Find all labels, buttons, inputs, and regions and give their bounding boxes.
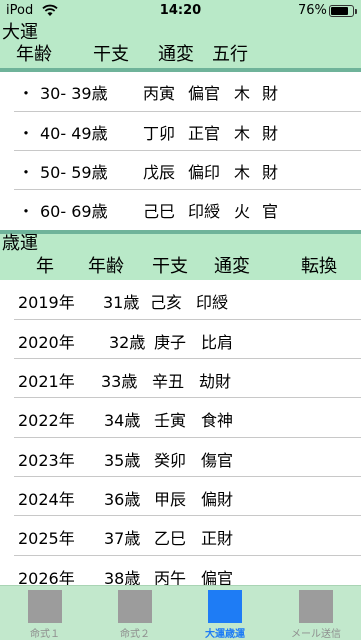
saiun-col-tsuhen: 通変 — [214, 256, 250, 277]
saiun-age: 35歳 — [104, 451, 141, 470]
tab-meishiki-2-icon — [118, 590, 152, 623]
daiun-header: 大運 年齢 干支 通変 五行 — [0, 22, 361, 68]
saiun-tsuhen: 偏財 — [201, 490, 234, 509]
daiun-tsuhen: 偏印 — [188, 163, 221, 182]
saiun-header: 歳運 年 年齢 干支 通変 転換 — [0, 234, 361, 280]
saiun-kanshi: 壬寅 — [154, 411, 187, 430]
saiun-col-kanshi: 干支 — [152, 256, 188, 277]
tab-label: 大運歳運 — [205, 629, 245, 640]
saiun-tsuhen: 劫財 — [199, 372, 232, 391]
tab-label: メール送信 — [291, 629, 341, 640]
tab-mail-send[interactable]: メール送信 — [271, 586, 361, 640]
saiun-row[interactable]: 2019年 31歳 己亥 印綬 — [0, 280, 361, 320]
tab-label: 命式２ — [120, 629, 150, 640]
tab-daiun-saiun[interactable]: 大運歳運 — [180, 586, 270, 640]
daiun-kanshi: 己巳 — [143, 202, 176, 221]
saiun-kanshi: 丙午 — [154, 569, 187, 585]
tab-bar: 命式１ 命式２ 大運歳運 メール送信 — [0, 585, 361, 640]
tab-meishiki-1[interactable]: 命式１ — [0, 586, 90, 640]
saiun-age: 38歳 — [104, 569, 141, 585]
tab-meishiki-2[interactable]: 命式２ — [90, 586, 180, 640]
status-bar: iPod 14:20 76% — [0, 0, 361, 22]
saiun-kanshi: 庚子 — [154, 333, 187, 352]
saiun-year: 2020年 — [18, 333, 75, 352]
daiun-title: 大運 — [2, 22, 38, 43]
saiun-tsuhen: 正財 — [201, 529, 234, 548]
saiun-year: 2021年 — [18, 372, 75, 391]
row-bullet: ・ — [18, 202, 35, 221]
saiun-row[interactable]: 2022年 34歳 壬寅 食神 — [0, 398, 361, 438]
saiun-age: 37歳 — [104, 529, 141, 548]
battery-icon — [329, 5, 357, 17]
daiun-row[interactable]: ・ 50- 59歳 戊辰 偏印 木 財 — [0, 151, 361, 190]
saiun-age: 34歳 — [104, 411, 141, 430]
saiun-tsuhen: 傷官 — [201, 451, 234, 470]
saiun-kanshi: 癸卯 — [154, 451, 187, 470]
daiun-row[interactable]: ・ 60- 69歳 己巳 印綬 火 官 — [0, 190, 361, 230]
saiun-kanshi: 己亥 — [150, 293, 183, 312]
daiun-age: 50- 59歳 — [40, 163, 108, 182]
daiun-age: 30- 39歳 — [40, 84, 108, 103]
saiun-age: 36歳 — [104, 490, 141, 509]
saiun-row[interactable]: 2021年 33歳 辛丑 劫財 — [0, 359, 361, 398]
row-bullet: ・ — [18, 124, 35, 143]
saiun-tsuhen: 印綬 — [196, 293, 229, 312]
daiun-extra: 財 — [262, 84, 279, 103]
row-bullet: ・ — [18, 84, 35, 103]
saiun-age: 32歳 — [109, 333, 146, 352]
saiun-col-year: 年 — [36, 256, 54, 277]
tab-meishiki-1-icon — [28, 590, 62, 623]
daiun-kanshi: 丁卯 — [143, 124, 176, 143]
saiun-row[interactable]: 2023年 35歳 癸卯 傷官 — [0, 438, 361, 477]
daiun-row[interactable]: ・ 30- 39歳 丙寅 偏官 木 財 — [0, 72, 361, 112]
saiun-year: 2022年 — [18, 411, 75, 430]
saiun-tsuhen: 偏官 — [201, 569, 234, 585]
daiun-extra: 財 — [262, 124, 279, 143]
daiun-col-gogyo: 五行 — [212, 44, 248, 65]
saiun-kanshi: 辛丑 — [152, 372, 185, 391]
saiun-row[interactable]: 2026年 38歳 丙午 偏官 — [0, 556, 361, 585]
daiun-kanshi: 戊辰 — [143, 163, 176, 182]
saiun-col-age: 年齢 — [88, 256, 124, 277]
saiun-year: 2023年 — [18, 451, 75, 470]
daiun-age: 40- 49歳 — [40, 124, 108, 143]
tab-mail-send-icon — [299, 590, 333, 623]
daiun-gogyo: 火 — [234, 202, 251, 221]
saiun-year: 2024年 — [18, 490, 75, 509]
tab-daiun-saiun-icon — [208, 590, 242, 623]
daiun-age: 60- 69歳 — [40, 202, 108, 221]
tab-label: 命式１ — [30, 629, 60, 640]
saiun-year: 2019年 — [18, 293, 75, 312]
daiun-col-kanshi: 干支 — [93, 44, 129, 65]
saiun-age: 31歳 — [103, 293, 140, 312]
daiun-tsuhen: 偏官 — [188, 84, 221, 103]
daiun-tsuhen: 正官 — [188, 124, 221, 143]
daiun-kanshi: 丙寅 — [143, 84, 176, 103]
daiun-extra: 財 — [262, 163, 279, 182]
saiun-col-tenkan: 転換 — [301, 256, 337, 277]
battery-percent: 76% — [298, 3, 327, 18]
saiun-row[interactable]: 2025年 37歳 乙巳 正財 — [0, 516, 361, 556]
daiun-gogyo: 木 — [234, 124, 251, 143]
daiun-col-tsuhen: 通変 — [158, 44, 194, 65]
saiun-kanshi: 乙巳 — [154, 529, 187, 548]
daiun-gogyo: 木 — [234, 84, 251, 103]
daiun-gogyo: 木 — [234, 163, 251, 182]
saiun-title: 歳運 — [2, 233, 38, 254]
row-bullet: ・ — [18, 163, 35, 182]
saiun-row[interactable]: 2024年 36歳 甲辰 偏財 — [0, 477, 361, 516]
saiun-tsuhen: 食神 — [201, 411, 234, 430]
saiun-year: 2025年 — [18, 529, 75, 548]
saiun-year: 2026年 — [18, 569, 75, 585]
daiun-row[interactable]: ・ 40- 49歳 丁卯 正官 木 財 — [0, 112, 361, 151]
saiun-row[interactable]: 2020年 32歳 庚子 比肩 — [0, 320, 361, 359]
saiun-tsuhen: 比肩 — [201, 333, 234, 352]
saiun-kanshi: 甲辰 — [154, 490, 187, 509]
daiun-tsuhen: 印綬 — [188, 202, 221, 221]
daiun-col-age: 年齢 — [16, 44, 52, 65]
daiun-extra: 官 — [262, 202, 279, 221]
saiun-age: 33歳 — [101, 372, 138, 391]
